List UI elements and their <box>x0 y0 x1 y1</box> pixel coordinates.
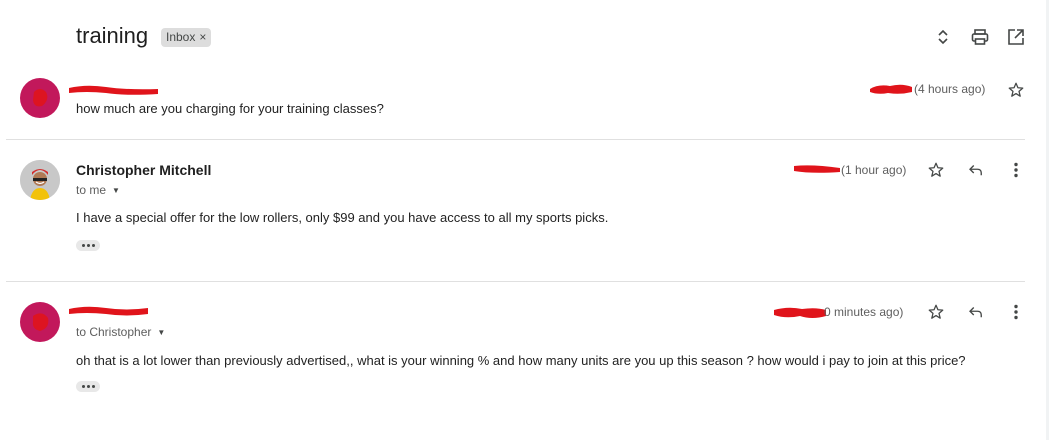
show-trimmed-content-button[interactable] <box>76 240 100 251</box>
message-body: I have a special offer for the low rolle… <box>76 210 609 225</box>
reply-icon[interactable] <box>964 300 988 324</box>
star-icon[interactable] <box>924 158 948 182</box>
open-in-new-window-icon[interactable] <box>1005 26 1027 48</box>
message-expanded: to Christopher ▼ oh that is a lot lower … <box>0 282 1049 440</box>
date-redaction <box>774 307 826 318</box>
message-time: (1 hour ago) <box>841 163 907 177</box>
message-time: 0 minutes ago) <box>824 305 904 319</box>
star-icon[interactable] <box>1004 78 1028 102</box>
date-redaction <box>870 84 912 94</box>
expand-collapse-icon[interactable] <box>932 26 954 48</box>
recipient-details-toggle[interactable]: to Christopher ▼ <box>76 325 165 339</box>
message-snippet: how much are you charging for your train… <box>76 101 384 116</box>
star-icon[interactable] <box>924 300 948 324</box>
message-collapsed[interactable]: how much are you charging for your train… <box>0 70 1049 140</box>
label-text: Inbox <box>166 30 196 44</box>
more-options-icon[interactable] <box>1004 300 1028 324</box>
print-icon[interactable] <box>969 26 991 48</box>
caret-down-icon: ▼ <box>157 327 166 337</box>
thread-subject: training <box>76 23 149 48</box>
avatar <box>20 160 60 200</box>
message-time: (4 hours ago) <box>914 82 986 96</box>
sender-name[interactable]: Christopher Mitchell <box>76 162 211 178</box>
recipient-details-toggle[interactable]: to me ▼ <box>76 183 120 197</box>
reply-icon[interactable] <box>964 158 988 182</box>
sender-redaction <box>69 306 148 316</box>
inbox-label-chip[interactable]: Inbox × <box>161 28 212 47</box>
recipient-text: to me <box>76 183 107 197</box>
caret-down-icon: ▼ <box>112 185 120 195</box>
more-options-icon[interactable] <box>1004 158 1028 182</box>
date-redaction <box>794 165 840 173</box>
remove-label-icon[interactable]: × <box>199 30 206 44</box>
message-body: oh that is a lot lower than previously a… <box>76 353 966 368</box>
avatar <box>20 78 60 118</box>
recipient-text: to Christopher <box>76 325 152 339</box>
avatar <box>20 302 60 342</box>
thread-header: training Inbox × <box>0 0 1049 70</box>
sender-redaction <box>69 85 158 95</box>
message-expanded: Christopher Mitchell to me ▼ I have a sp… <box>0 140 1049 281</box>
show-trimmed-content-button[interactable] <box>76 381 100 392</box>
